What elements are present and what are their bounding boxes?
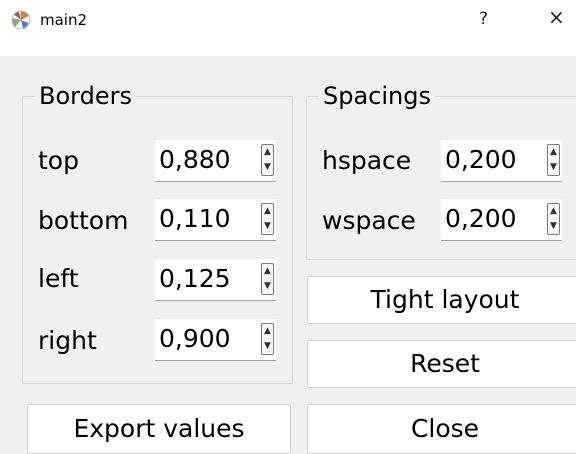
close-button[interactable]: Close	[307, 404, 576, 454]
right-value[interactable]: 0,900	[159, 324, 231, 354]
bottom-label: bottom	[38, 206, 129, 235]
export-values-button[interactable]: Export values	[27, 404, 291, 454]
wspace-spinbox[interactable]: 0,200 ▲ ▼	[441, 199, 562, 241]
top-label: top	[38, 146, 79, 175]
wspace-spin-arrows[interactable]: ▲ ▼	[547, 203, 560, 235]
right-spin-arrows[interactable]: ▲ ▼	[261, 323, 274, 355]
spin-up-icon[interactable]: ▲	[262, 264, 273, 279]
title-bar[interactable]: main2 ? ×	[0, 0, 576, 56]
spacings-legend: Spacings	[323, 82, 431, 110]
hspace-label: hspace	[322, 146, 412, 175]
left-label: left	[38, 264, 79, 293]
left-spin-arrows[interactable]: ▲ ▼	[261, 263, 274, 295]
spin-down-icon[interactable]: ▼	[262, 339, 273, 354]
bottom-spinbox[interactable]: 0,110 ▲ ▼	[155, 199, 276, 241]
top-spinbox[interactable]: 0,880 ▲ ▼	[155, 140, 276, 182]
spin-up-icon[interactable]: ▲	[262, 324, 273, 339]
spin-up-icon[interactable]: ▲	[262, 145, 273, 160]
spin-up-icon[interactable]: ▲	[548, 204, 559, 219]
bottom-spin-arrows[interactable]: ▲ ▼	[261, 203, 274, 235]
reset-button[interactable]: Reset	[307, 340, 576, 388]
window-close-button[interactable]: ×	[548, 6, 565, 28]
spin-down-icon[interactable]: ▼	[262, 279, 273, 294]
left-value[interactable]: 0,125	[159, 264, 231, 294]
help-button[interactable]: ?	[479, 8, 488, 30]
left-spinbox[interactable]: 0,125 ▲ ▼	[155, 259, 276, 301]
spin-up-icon[interactable]: ▲	[548, 145, 559, 160]
spin-down-icon[interactable]: ▼	[262, 160, 273, 175]
bottom-value[interactable]: 0,110	[159, 204, 231, 234]
subplot-config-dialog: main2 ? × Borders top 0,880 ▲ ▼ bottom 0…	[0, 0, 576, 454]
spin-down-icon[interactable]: ▼	[548, 160, 559, 175]
wspace-value[interactable]: 0,200	[445, 204, 517, 234]
right-label: right	[38, 326, 97, 355]
spin-down-icon[interactable]: ▼	[262, 219, 273, 234]
matplotlib-app-icon	[11, 10, 31, 30]
window-title: main2	[40, 11, 88, 29]
borders-legend: Borders	[39, 82, 132, 110]
right-spinbox[interactable]: 0,900 ▲ ▼	[155, 319, 276, 361]
top-spin-arrows[interactable]: ▲ ▼	[261, 144, 274, 176]
hspace-spinbox[interactable]: 0,200 ▲ ▼	[441, 140, 562, 182]
spin-down-icon[interactable]: ▼	[548, 219, 559, 234]
tight-layout-button[interactable]: Tight layout	[307, 276, 576, 324]
spin-up-icon[interactable]: ▲	[262, 204, 273, 219]
wspace-label: wspace	[322, 206, 416, 235]
hspace-spin-arrows[interactable]: ▲ ▼	[547, 144, 560, 176]
top-value[interactable]: 0,880	[159, 145, 231, 175]
hspace-value[interactable]: 0,200	[445, 145, 517, 175]
